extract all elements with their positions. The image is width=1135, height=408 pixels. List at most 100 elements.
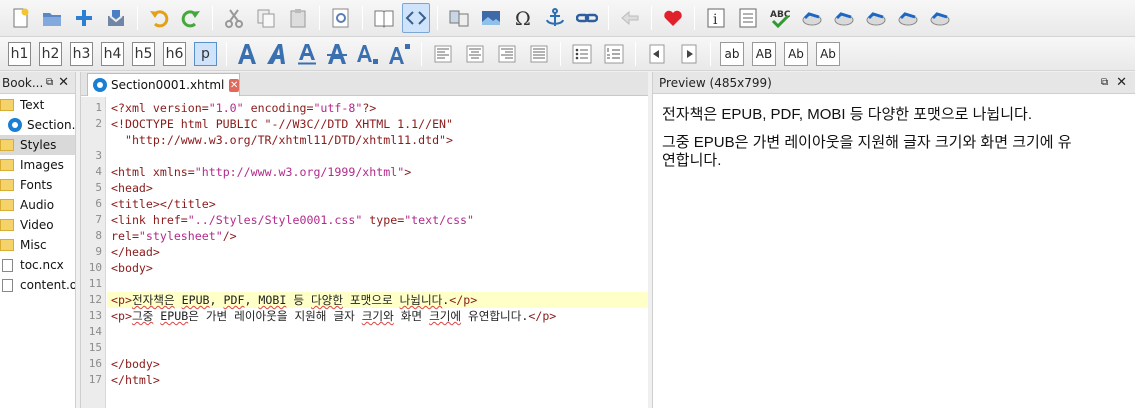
bullet-list-button[interactable]: [568, 39, 596, 69]
titlecase-button[interactable]: Ab: [784, 41, 808, 66]
italic-icon[interactable]: [267, 42, 287, 66]
insert-image-button[interactable]: [477, 3, 505, 33]
align-right-button[interactable]: [493, 39, 521, 69]
tab-section0001[interactable]: Section0001.xhtml ✕: [87, 73, 240, 96]
tree-item-audio[interactable]: Audio: [0, 195, 75, 215]
align-justify-icon: [530, 45, 548, 62]
heading-1-button[interactable]: h1: [8, 41, 31, 66]
code-area[interactable]: 1 <?xml version="1.0" encoding="utf-8"?> …: [81, 97, 648, 408]
bold-icon[interactable]: [237, 42, 257, 66]
split-view-button[interactable]: [445, 3, 473, 33]
heading-4-button[interactable]: h4: [101, 41, 124, 66]
line-number: 8: [95, 229, 102, 242]
strikethrough-icon[interactable]: [327, 42, 347, 66]
close-panel-icon[interactable]: ✕: [58, 75, 69, 90]
paragraph-button[interactable]: p: [194, 41, 217, 66]
code-line: 9 </head>: [81, 244, 648, 260]
line-number: 16: [88, 357, 102, 370]
code-view-button[interactable]: [402, 3, 430, 33]
plugin-4-button[interactable]: [894, 3, 922, 33]
insert-link-button[interactable]: [573, 3, 601, 33]
lowercase-button[interactable]: ab: [720, 41, 744, 66]
validate-button[interactable]: [659, 3, 687, 33]
main-toolbar: Ω i ABC: [0, 0, 1135, 37]
plugin-3-button[interactable]: [862, 3, 890, 33]
tree-item-misc[interactable]: Misc: [0, 235, 75, 255]
plus-icon: [76, 10, 92, 26]
indent-icon: [681, 44, 697, 63]
tree-item-text[interactable]: Text: [0, 95, 75, 115]
align-left-button[interactable]: [429, 39, 457, 69]
tree-item-section[interactable]: Section...: [0, 115, 75, 135]
tree-item-video[interactable]: Video: [0, 215, 75, 235]
align-justify-button[interactable]: [525, 39, 553, 69]
undo-button[interactable]: [145, 3, 173, 33]
code-token: 그중: [131, 309, 154, 323]
go-back-button[interactable]: [616, 3, 644, 33]
float-panel-icon[interactable]: ⧉: [1101, 77, 1108, 88]
toolbar-separator: [635, 41, 636, 66]
code-token: 은 가변 레이아웃을 지원해 글자: [188, 309, 362, 323]
code-line: 17 </html>: [81, 372, 648, 388]
bullet-list-icon: [572, 44, 592, 63]
tree-item-styles[interactable]: Styles: [0, 135, 75, 155]
book-info-button[interactable]: i: [702, 3, 730, 33]
superscript-icon[interactable]: [389, 42, 411, 66]
toolbar-separator: [560, 41, 561, 66]
code-token: "http://www.w3.org/TR/xhtml11/DTD/xhtml1…: [111, 133, 454, 147]
copy-button[interactable]: [252, 3, 280, 33]
close-panel-icon[interactable]: ✕: [1116, 75, 1127, 90]
insert-special-char-button[interactable]: Ω: [509, 3, 537, 33]
code-token: "stylesheet": [138, 229, 223, 243]
increase-indent-button[interactable]: [675, 39, 703, 69]
underline-icon[interactable]: [297, 42, 317, 66]
save-button[interactable]: [102, 3, 130, 33]
uppercase-button[interactable]: AB: [752, 41, 776, 66]
subscript-icon[interactable]: [357, 42, 379, 66]
close-tab-icon[interactable]: ✕: [229, 78, 239, 92]
code-line: 15: [81, 340, 648, 356]
float-panel-icon[interactable]: ⧉: [46, 77, 53, 88]
insert-anchor-button[interactable]: [541, 3, 569, 33]
capitalize-button[interactable]: Ab: [816, 41, 840, 66]
heading-2-button[interactable]: h2: [39, 41, 62, 66]
add-file-button[interactable]: [70, 3, 98, 33]
tree-item-fonts[interactable]: Fonts: [0, 175, 75, 195]
tree-item-toc[interactable]: toc.ncx: [0, 255, 75, 275]
heading-6-button[interactable]: h6: [163, 41, 186, 66]
plugin-1-button[interactable]: [798, 3, 826, 33]
open-file-button[interactable]: [38, 3, 66, 33]
cut-button[interactable]: [220, 3, 248, 33]
tree-item-images[interactable]: Images: [0, 155, 75, 175]
plugin-5-button[interactable]: [926, 3, 954, 33]
outdent-icon: [649, 44, 665, 63]
heading-3-button[interactable]: h3: [70, 41, 93, 66]
svg-text:ABC: ABC: [770, 10, 791, 20]
new-file-button[interactable]: [6, 3, 34, 33]
find-button[interactable]: [327, 3, 355, 33]
code-token: ,: [244, 293, 259, 307]
decrease-indent-button[interactable]: [643, 39, 671, 69]
redo-button[interactable]: [177, 3, 205, 33]
paste-button[interactable]: [284, 3, 312, 33]
omega-icon: Ω: [515, 8, 531, 29]
book-view-button[interactable]: [370, 3, 398, 33]
tree-item-content-opf[interactable]: content.op: [0, 275, 75, 295]
toc-icon: [739, 8, 757, 28]
folder-icon: [0, 219, 14, 231]
code-token: 전자책은: [131, 293, 175, 307]
preview-panel: Preview (485x799) ⧉ ✕ 전자책은 EPUB, PDF, MO…: [652, 72, 1135, 408]
plugin-2-button[interactable]: [830, 3, 858, 33]
spellcheck-icon: ABC: [770, 10, 791, 29]
line-number: 15: [88, 341, 102, 354]
toolbar-separator: [608, 6, 609, 30]
numbered-list-button[interactable]: [600, 39, 628, 69]
plugin-icon: [802, 12, 822, 26]
tree-item-label: Text: [20, 98, 45, 112]
spellcheck-button[interactable]: ABC: [766, 3, 794, 33]
svg-text:i: i: [713, 12, 718, 28]
toc-button[interactable]: [734, 3, 762, 33]
heading-5-button[interactable]: h5: [132, 41, 155, 66]
split-icon: [449, 10, 469, 27]
align-center-button[interactable]: [461, 39, 489, 69]
